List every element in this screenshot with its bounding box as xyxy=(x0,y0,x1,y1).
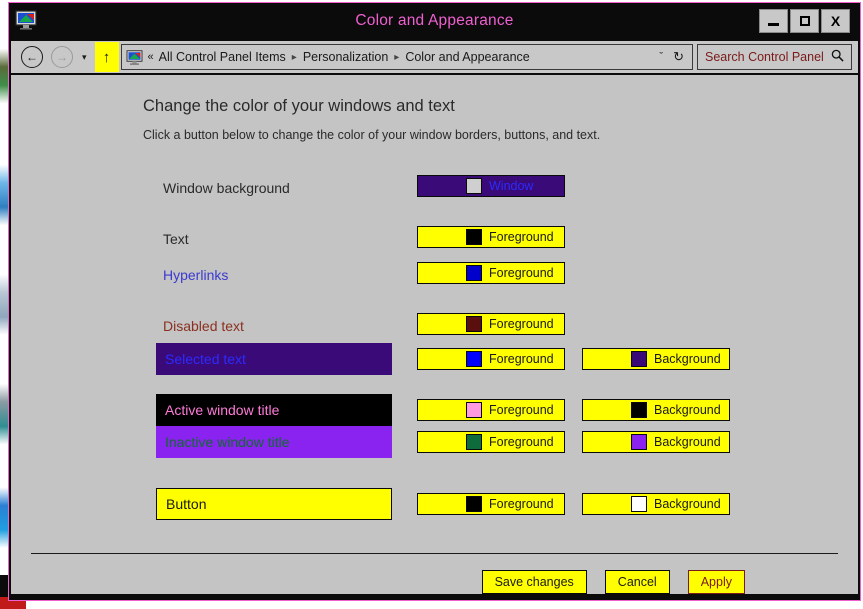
color-row-inactive-window-title: Inactive window title Foreground Backgroun… xyxy=(11,426,858,458)
color-row-hyperlinks: Hyperlinks Foreground xyxy=(11,262,858,288)
footer-actions: Save changes Cancel Apply xyxy=(11,570,858,594)
row-label-text: Text xyxy=(163,231,189,247)
window-background-button-swatch-icon xyxy=(466,178,482,194)
hyperlinks-foreground-button[interactable]: Foreground xyxy=(417,262,565,284)
refresh-icon[interactable]: ↻ xyxy=(673,49,684,65)
disabled-text-foreground-button-label: Foreground xyxy=(489,317,554,331)
row-label-window-background: Window background xyxy=(163,180,290,196)
inactive-window-title-background-button-swatch-icon xyxy=(631,434,647,450)
button-foreground-button-swatch-icon xyxy=(466,496,482,512)
selected-text-background-button-swatch-icon xyxy=(631,351,647,367)
text-foreground-button-label: Foreground xyxy=(489,230,554,244)
close-button[interactable]: X xyxy=(821,9,850,33)
row-label-button: Button xyxy=(156,488,392,520)
minimize-icon xyxy=(768,22,779,26)
inactive-window-title-foreground-button-swatch-icon xyxy=(466,434,482,450)
breadcrumb-separator-icon[interactable]: ▸ xyxy=(394,52,399,63)
address-bar[interactable]: « All Control Panel Items ▸ Personalizat… xyxy=(120,44,693,70)
breadcrumb-segment-personalization[interactable]: Personalization xyxy=(303,50,388,64)
disabled-text-foreground-button[interactable]: Foreground xyxy=(417,313,565,335)
color-rows-list: Window background Window Text Foreground Hyp… xyxy=(11,75,858,594)
address-monitor-icon xyxy=(126,49,143,65)
window-background-button[interactable]: Window xyxy=(417,175,565,197)
color-row-text: Text Foreground xyxy=(11,226,858,252)
search-box[interactable]: Search Control Panel xyxy=(697,44,852,70)
hyperlinks-foreground-button-label: Foreground xyxy=(489,266,554,280)
content-pane: Change the color of your windows and tex… xyxy=(11,75,858,594)
button-background-button-swatch-icon xyxy=(631,496,647,512)
breadcrumb-overflow-icon[interactable]: « xyxy=(148,51,154,63)
maximize-icon xyxy=(799,16,810,26)
navigation-bar: ← → ▾ ↑ « All Control Panel Items ▸ Pers… xyxy=(11,41,858,73)
disabled-text-foreground-button-swatch-icon xyxy=(466,316,482,332)
back-arrow-icon[interactable]: ← xyxy=(21,46,43,68)
maximize-button[interactable] xyxy=(790,9,819,33)
active-window-title-background-button-label: Background xyxy=(654,403,721,417)
button-foreground-button-label: Foreground xyxy=(489,497,554,511)
selected-text-background-button[interactable]: Background xyxy=(582,348,730,370)
recent-pages-chevron-down-icon[interactable]: ▾ xyxy=(82,52,87,63)
color-row-disabled-text: Disabled text Foreground xyxy=(11,313,858,339)
row-label-active-window-title: Active window title xyxy=(156,394,392,426)
text-foreground-button[interactable]: Foreground xyxy=(417,226,565,248)
active-window-title-background-button[interactable]: Background xyxy=(582,399,730,421)
active-window-title-foreground-button-swatch-icon xyxy=(466,402,482,418)
minimize-button[interactable] xyxy=(759,9,788,33)
row-label-inactive-window-title: Inactive window title xyxy=(156,426,392,458)
breadcrumb-segment-all-control-panel-items[interactable]: All Control Panel Items xyxy=(159,50,286,64)
active-window-title-foreground-button-label: Foreground xyxy=(489,403,554,417)
save-changes-button[interactable]: Save changes xyxy=(481,570,587,594)
title-bar: Color and Appearance X xyxy=(9,3,860,41)
footer-divider xyxy=(31,553,838,554)
hyperlinks-foreground-button-swatch-icon xyxy=(466,265,482,281)
button-background-button-label: Background xyxy=(654,497,721,511)
selected-text-foreground-button[interactable]: Foreground xyxy=(417,348,565,370)
active-window-title-background-button-swatch-icon xyxy=(631,402,647,418)
search-icon[interactable] xyxy=(831,49,844,65)
button-foreground-button[interactable]: Foreground xyxy=(417,493,565,515)
active-window-title-foreground-button[interactable]: Foreground xyxy=(417,399,565,421)
color-row-selected-text: Selected text Foreground Background xyxy=(11,343,858,375)
inactive-window-title-foreground-button[interactable]: Foreground xyxy=(417,431,565,453)
row-label-selected-text: Selected text xyxy=(156,343,392,375)
row-label-disabled-text: Disabled text xyxy=(163,318,244,334)
breadcrumb-separator-icon[interactable]: ▸ xyxy=(292,52,297,63)
color-row-button: Button Foreground Background xyxy=(11,488,858,520)
breadcrumb-segment-color-and-appearance[interactable]: Color and Appearance xyxy=(405,50,529,64)
row-label-hyperlinks: Hyperlinks xyxy=(163,267,229,283)
color-row-active-window-title: Active window title Foreground Background xyxy=(11,394,858,426)
selected-text-background-button-label: Background xyxy=(654,352,721,366)
color-row-window-background: Window background Window xyxy=(11,175,858,201)
cancel-button[interactable]: Cancel xyxy=(604,570,670,594)
search-input[interactable]: Search Control Panel xyxy=(698,50,831,64)
window-title: Color and Appearance xyxy=(355,12,514,29)
selected-text-foreground-button-swatch-icon xyxy=(466,351,482,367)
inactive-window-title-background-button[interactable]: Background xyxy=(582,431,730,453)
inactive-window-title-foreground-button-label: Foreground xyxy=(489,435,554,449)
up-one-level-button[interactable]: ↑ xyxy=(94,42,119,72)
button-background-button[interactable]: Background xyxy=(582,493,730,515)
inactive-window-title-background-button-label: Background xyxy=(654,435,721,449)
address-chevron-down-icon[interactable]: ˇ xyxy=(659,51,663,63)
apply-button[interactable]: Apply xyxy=(687,570,745,594)
text-foreground-button-swatch-icon xyxy=(466,229,482,245)
color-and-appearance-window: Color and Appearance X ← → ▾ ↑ « All Con… xyxy=(8,2,861,601)
window-background-button-label: Window xyxy=(489,179,534,193)
selected-text-foreground-button-label: Foreground xyxy=(489,352,554,366)
forward-arrow-icon[interactable]: → xyxy=(51,46,73,68)
